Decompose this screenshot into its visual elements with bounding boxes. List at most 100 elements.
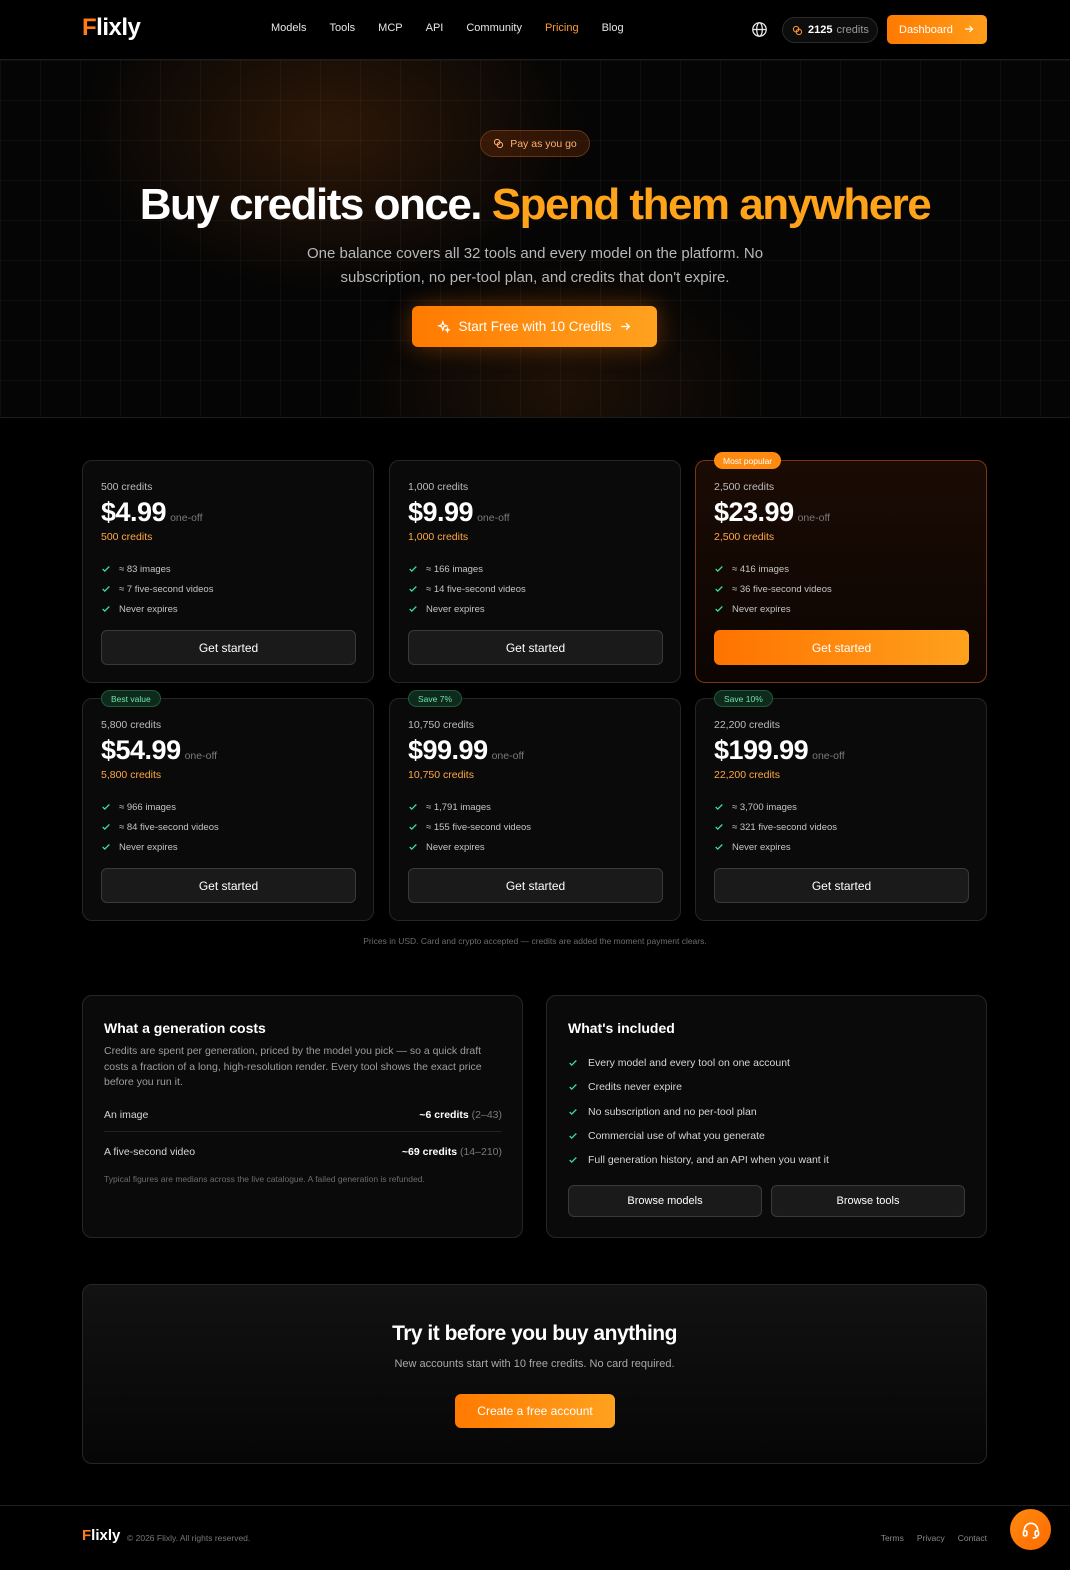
top-nav: Flixly Models Tools MCP API Community Pr… [0, 0, 1070, 60]
get-started-button[interactable]: Get started [408, 868, 663, 903]
get-started-button[interactable]: Get started [101, 868, 356, 903]
check-icon [409, 844, 417, 850]
plan-credits: 1,000 credits [408, 481, 469, 493]
logo[interactable]: Flixly [82, 14, 141, 42]
nav-link-pricing[interactable]: Pricing [545, 22, 579, 34]
check-icon [409, 606, 417, 612]
feature-item: ≈ 155 five-second videos [408, 817, 531, 837]
hero-section: Pay as you go Buy credits once. Spend th… [0, 60, 1070, 418]
check-icon [102, 844, 110, 850]
footer-logo[interactable]: Flixly [82, 1527, 120, 1544]
browse-models-button[interactable]: Browse models [568, 1185, 762, 1217]
try-subtitle: New accounts start with 10 free credits.… [394, 1358, 675, 1370]
check-icon [715, 606, 723, 612]
hero-subtitle: One balance covers all 32 tools and ever… [306, 245, 764, 286]
check-icon [715, 844, 723, 850]
plan-price: $23.99 one-off [714, 497, 831, 527]
footer-link-privacy[interactable]: Privacy [917, 1533, 945, 1543]
get-started-button[interactable]: Get started [408, 630, 663, 665]
browse-tools-button[interactable]: Browse tools [771, 1185, 965, 1217]
dashboard-button[interactable]: Dashboard [887, 15, 987, 44]
included-title: What's included [568, 1020, 675, 1036]
whats-included-card: What's included Every model and every to… [546, 995, 987, 1238]
grid-background [0, 60, 1070, 417]
feature-item: ≈ 7 five-second videos [101, 579, 213, 599]
globe-icon[interactable] [751, 21, 768, 38]
cost-row-video: A five-second video ~69 credits (14–210) [104, 1146, 502, 1158]
footer-link-terms[interactable]: Terms [881, 1533, 904, 1543]
most-popular-badge: Most popular [714, 452, 782, 469]
check-icon [409, 824, 417, 830]
check-icon [409, 566, 417, 572]
feature-item: ≈ 416 images [714, 559, 832, 579]
prices-note: Prices in USD. Card and crypto accepted … [363, 936, 707, 946]
check-icon [409, 804, 417, 810]
check-icon [569, 1157, 577, 1164]
save-badge: Save 7% [408, 690, 463, 707]
check-icon [569, 1060, 577, 1067]
create-account-button[interactable]: Create a free account [455, 1394, 615, 1428]
check-icon [569, 1108, 577, 1115]
support-chat-button[interactable] [1010, 1509, 1051, 1550]
nav-link-mcp[interactable]: MCP [378, 22, 402, 34]
nav-link-api[interactable]: API [426, 22, 444, 34]
included-item: Every model and every tool on one accoun… [568, 1051, 829, 1075]
plan-features: ≈ 966 images ≈ 84 five-second videos Nev… [101, 797, 219, 857]
dashboard-label: Dashboard [899, 23, 953, 36]
costs-description: Credits are spent per generation, priced… [104, 1045, 482, 1088]
nav-link-tools[interactable]: Tools [329, 22, 355, 34]
badge-label: Pay as you go [510, 137, 577, 150]
plan-card-500: 500 credits $4.99 one-off 500 credits ≈ 8… [82, 460, 374, 683]
included-item: Full generation history, and an API when… [568, 1148, 829, 1172]
plan-credits: 500 credits [101, 481, 153, 493]
credits-label: credits [836, 24, 869, 36]
feature-item: ≈ 36 five-second videos [714, 579, 832, 599]
footer: Flixly © 2026 Flixly. All rights reserve… [0, 1505, 1070, 1570]
feature-item: ≈ 3,700 images [714, 797, 837, 817]
costs-title: What a generation costs [104, 1020, 266, 1036]
coins-icon [792, 25, 803, 35]
check-icon [715, 566, 723, 572]
credits-value: 2125 [808, 24, 833, 36]
plan-card-2500: Most popular 2,500 credits $23.99 one-off… [695, 452, 987, 683]
feature-item: ≈ 84 five-second videos [101, 817, 219, 837]
footer-links: Terms Privacy Contact [881, 1533, 987, 1543]
check-icon [715, 804, 723, 810]
plan-features: ≈ 83 images ≈ 7 five-second videos Never… [101, 559, 213, 619]
nav-link-models[interactable]: Models [271, 22, 306, 34]
feature-item: Never expires [408, 837, 531, 857]
feature-item: ≈ 166 images [408, 559, 526, 579]
plan-card-1000: 1,000 credits $9.99 one-off 1,000 credits… [389, 460, 681, 683]
try-banner: Try it before you buy anything New accou… [82, 1284, 987, 1464]
included-list: Every model and every tool on one accoun… [568, 1051, 829, 1172]
plan-credits-highlight: 1,000 credits [408, 531, 469, 543]
get-started-button[interactable]: Get started [101, 630, 356, 665]
check-icon [569, 1084, 577, 1091]
check-icon [569, 1133, 577, 1139]
feature-item: Never expires [408, 599, 526, 619]
nav-links: Models Tools MCP API Community Pricing B… [271, 22, 647, 34]
check-icon [102, 824, 110, 830]
check-icon [102, 606, 110, 612]
check-icon [715, 586, 723, 592]
nav-link-community[interactable]: Community [466, 22, 522, 34]
start-free-label: Start Free with 10 Credits [458, 319, 612, 334]
pay-as-you-go-badge: Pay as you go [480, 130, 590, 157]
credits-balance[interactable]: 2125 credits [782, 17, 878, 43]
get-started-button[interactable]: Get started [714, 630, 969, 665]
save-badge: Save 10% [714, 690, 773, 707]
footer-link-contact[interactable]: Contact [958, 1533, 987, 1543]
plan-credits: 22,200 credits [714, 719, 780, 731]
plan-features: ≈ 416 images ≈ 36 five-second videos Nev… [714, 559, 832, 619]
nav-link-blog[interactable]: Blog [602, 22, 624, 34]
start-free-button[interactable]: Start Free with 10 Credits [412, 306, 657, 347]
feature-item: ≈ 83 images [101, 559, 213, 579]
get-started-button[interactable]: Get started [714, 868, 969, 903]
plan-credits-highlight: 22,200 credits [714, 769, 780, 781]
check-icon [102, 804, 110, 810]
best-value-badge: Best value [101, 690, 161, 707]
plan-features: ≈ 166 images ≈ 14 five-second videos Nev… [408, 559, 526, 619]
included-item: Credits never expire [568, 1075, 829, 1099]
copyright: © 2026 Flixly. All rights reserved. [127, 1533, 251, 1543]
feature-item: Never expires [101, 837, 219, 857]
